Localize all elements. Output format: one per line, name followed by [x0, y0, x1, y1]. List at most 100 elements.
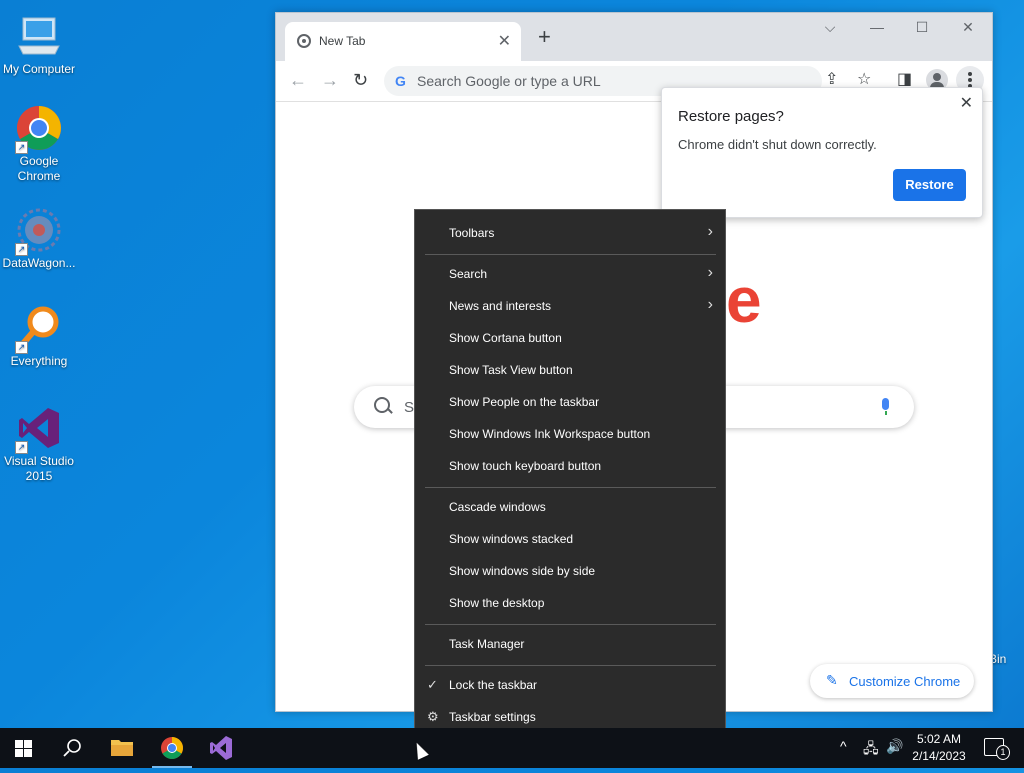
menu-item-cascade-windows[interactable]: Cascade windows — [415, 491, 725, 523]
menu-item-show-people[interactable]: Show People on the taskbar — [415, 386, 725, 418]
taskbar-visual-studio[interactable] — [197, 728, 245, 768]
clock-time: 5:02 AM — [916, 732, 962, 746]
menu-item-search[interactable]: Search › — [415, 258, 725, 290]
chrome-icon — [161, 737, 183, 759]
shortcut-arrow-icon: ↗ — [15, 341, 28, 354]
pencil-icon: ✎ — [826, 672, 838, 688]
restore-pages-popup: Restore pages? Chrome didn't shut down c… — [661, 87, 983, 218]
menu-item-label: Toolbars — [449, 226, 495, 240]
tab-title: New Tab — [319, 34, 366, 48]
menu-item-show-desktop[interactable]: Show the desktop — [415, 587, 725, 619]
visual-studio-icon: ↗ — [15, 404, 63, 454]
desktop-icon-label: Visual Studio 2015 — [4, 454, 74, 483]
close-window-button[interactable]: ✕ — [958, 19, 978, 36]
close-popup-icon[interactable]: ✕ — [960, 93, 973, 113]
menu-item-label: Lock the taskbar — [449, 678, 538, 692]
taskbar-chrome[interactable] — [148, 728, 196, 768]
submenu-chevron-icon: › — [707, 223, 713, 240]
google-logo-fragment: e — [726, 264, 762, 336]
menu-item-show-cortana[interactable]: Show Cortana button — [415, 322, 725, 354]
desktop-icon-label: DataWagon... — [2, 256, 76, 270]
clock-date: 2/14/2023 — [912, 749, 966, 763]
menu-item-label: Show People on the taskbar — [449, 395, 600, 409]
shortcut-arrow-icon: ↗ — [15, 243, 28, 256]
minimize-button[interactable]: — — [867, 19, 887, 35]
taskbar-file-explorer[interactable] — [98, 728, 146, 768]
customize-chrome-label: Customize Chrome — [849, 674, 961, 689]
taskbar-search-button[interactable] — [48, 728, 96, 768]
menu-item-news-and-interests[interactable]: News and interests › — [415, 290, 725, 322]
menu-item-label: Cascade windows — [449, 500, 546, 514]
visual-studio-icon — [210, 736, 232, 760]
menu-item-label: Show windows stacked — [449, 532, 574, 546]
menu-item-label: Show Windows Ink Workspace button — [449, 427, 651, 441]
close-tab-icon[interactable]: ✕ — [498, 31, 511, 51]
back-icon[interactable]: ← — [289, 70, 307, 90]
search-magnifier-icon: ↗ — [15, 304, 63, 354]
menu-item-label: Search — [449, 267, 488, 281]
chrome-icon: ↗ — [15, 104, 63, 154]
desktop-icon-label: My Computer — [2, 62, 76, 76]
datawagon-icon: ↗ — [15, 206, 63, 256]
computer-icon — [15, 12, 63, 60]
menu-item-label: News and interests — [449, 299, 552, 313]
desktop-icon-my-computer[interactable]: My Computer — [0, 12, 78, 77]
shortcut-arrow-icon: ↗ — [15, 141, 28, 154]
notification-count-badge: 1 — [996, 745, 1010, 760]
tab-search-chevron-icon[interactable]: ⌵ — [820, 19, 840, 36]
chrome-favicon-icon — [297, 34, 311, 48]
tab-new-tab[interactable]: New Tab ✕ — [285, 22, 521, 61]
desktop-icon-everything[interactable]: ↗ Everything — [0, 304, 78, 369]
address-bar-placeholder: Search Google or type a URL — [417, 73, 601, 89]
menu-item-label: Show Task View button — [449, 363, 573, 377]
folder-icon — [111, 740, 133, 756]
new-tab-button[interactable]: + — [538, 26, 551, 48]
forward-icon[interactable]: → — [321, 70, 339, 90]
menu-item-show-task-view[interactable]: Show Task View button — [415, 354, 725, 386]
taskbar[interactable]: ^ 🖧 🔊 5:02 AM 2/14/2023 1 — [0, 728, 1024, 768]
menu-item-windows-side-by-side[interactable]: Show windows side by side — [415, 555, 725, 587]
shortcut-arrow-icon: ↗ — [15, 441, 28, 454]
menu-item-label: Show windows side by side — [449, 564, 596, 578]
menu-item-toolbars[interactable]: Toolbars › — [415, 217, 725, 249]
search-box-placeholder: S — [404, 399, 415, 416]
menu-item-label: Show touch keyboard button — [449, 459, 602, 473]
menu-item-label: Taskbar settings — [449, 710, 536, 724]
start-windows-icon[interactable] — [15, 740, 32, 757]
menu-item-windows-stacked[interactable]: Show windows stacked — [415, 523, 725, 555]
desktop-icon-label: Google Chrome — [17, 154, 61, 183]
microphone-icon[interactable] — [882, 398, 889, 415]
reload-icon[interactable]: ↻ — [353, 70, 368, 90]
customize-chrome-button[interactable]: ✎ Customize Chrome — [810, 664, 974, 698]
desktop-icon-google-chrome[interactable]: ↗ Google Chrome — [0, 104, 78, 184]
menu-item-lock-taskbar[interactable]: ✓ Lock the taskbar — [415, 669, 725, 701]
menu-item-show-ink-workspace[interactable]: Show Windows Ink Workspace button — [415, 418, 725, 450]
volume-icon[interactable]: 🔊 — [886, 738, 903, 755]
submenu-chevron-icon: › — [707, 264, 713, 281]
search-icon — [374, 397, 390, 413]
taskbar-clock[interactable]: 5:02 AM 2/14/2023 — [908, 731, 970, 765]
network-icon[interactable]: 🖧 — [863, 738, 879, 762]
menu-separator — [425, 624, 716, 625]
tab-strip: New Tab ✕ + ⌵ — ☐ ✕ — [276, 13, 992, 61]
show-hidden-icons-chevron-icon[interactable]: ^ — [840, 738, 847, 754]
menu-separator — [425, 487, 716, 488]
google-g-icon: G — [395, 73, 406, 89]
menu-item-label: Show Cortana button — [449, 331, 562, 345]
menu-item-label: Show the desktop — [449, 596, 545, 610]
desktop-icon-visual-studio[interactable]: ↗ Visual Studio 2015 — [0, 404, 78, 484]
menu-item-label: Task Manager — [449, 637, 525, 651]
maximize-button[interactable]: ☐ — [912, 19, 932, 36]
restore-popup-message: Chrome didn't shut down correctly. — [678, 137, 877, 152]
menu-separator — [425, 254, 716, 255]
menu-item-task-manager[interactable]: Task Manager — [415, 628, 725, 660]
search-icon — [63, 739, 81, 757]
restore-popup-title: Restore pages? — [678, 108, 784, 125]
taskbar-context-menu: Toolbars › Search › News and interests ›… — [414, 209, 726, 741]
checkmark-icon: ✓ — [427, 677, 438, 692]
desktop-icon-datawagon[interactable]: ↗ DataWagon... — [0, 206, 78, 271]
restore-button[interactable]: Restore — [893, 169, 966, 201]
menu-item-show-touch-keyboard[interactable]: Show touch keyboard button — [415, 450, 725, 482]
menu-separator — [425, 665, 716, 666]
desktop-icon-label: Everything — [10, 354, 68, 368]
